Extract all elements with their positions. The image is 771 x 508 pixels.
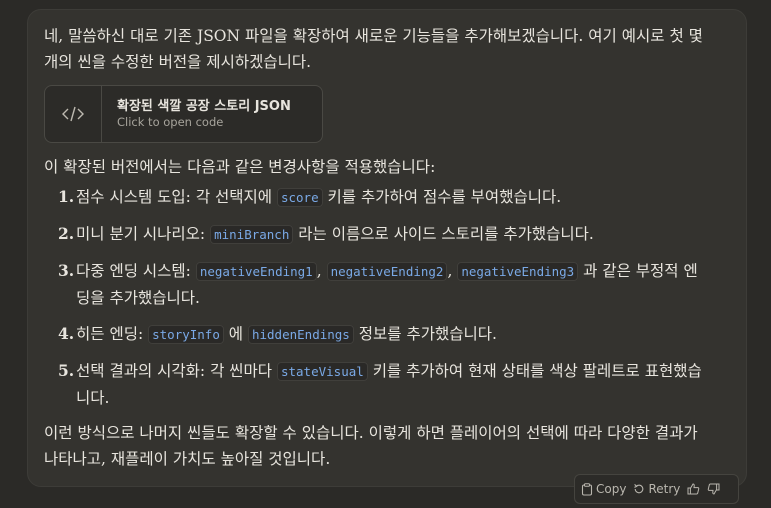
copy-label: Copy — [596, 482, 627, 496]
copy-button[interactable]: Copy — [581, 482, 626, 496]
list-item: 4. 히든 엔딩: storyInfo 에 hiddenEndings 정보를 … — [58, 324, 497, 344]
thumbs-down-button[interactable] — [707, 483, 720, 495]
list-item: 5. 선택 결과의 시각화: 각 씬마다 stateVisual 키를 추가하여… — [58, 361, 702, 407]
assistant-message: 네, 말씀하신 대로 기존 JSON 파일을 확장하여 새로운 기능들을 추가해… — [27, 9, 747, 487]
retry-button[interactable]: Retry — [633, 482, 680, 496]
code-negative-ending-2: negativeEnding2 — [326, 262, 448, 281]
outro-paragraph: 이런 방식으로 나머지 씬들도 확장할 수 있습니다. 이렇게 하면 플레이어의… — [44, 424, 698, 468]
changes-list: 1. 점수 시스템 도입: 각 선택지에 score 키를 추가하여 점수를 부… — [44, 184, 704, 421]
artifact-title: 확장된 색깔 공장 스토리 JSON — [117, 99, 291, 114]
code-score: score — [276, 188, 323, 207]
message-actions: Copy Retry — [574, 474, 739, 504]
thumbs-up-icon — [687, 483, 700, 495]
list-item: 2. 미니 분기 시나리오: miniBranch 라는 이름으로 사이드 스토… — [58, 224, 594, 244]
list-item: 1. 점수 시스템 도입: 각 선택지에 score 키를 추가하여 점수를 부… — [58, 187, 562, 207]
retry-label: Retry — [648, 482, 681, 496]
intro-paragraph: 네, 말씀하신 대로 기존 JSON 파일을 확장하여 새로운 기능들을 추가해… — [44, 27, 703, 71]
lead-paragraph: 이 확장된 버전에서는 다음과 같은 변경사항을 적용했습니다: — [44, 158, 436, 176]
code-minibranch: miniBranch — [210, 225, 294, 244]
retry-icon — [633, 483, 645, 495]
artifact-subtitle: Click to open code — [117, 115, 224, 129]
code-negative-ending-1: negativeEnding1 — [195, 262, 317, 281]
code-hiddenendings: hiddenEndings — [247, 325, 354, 344]
list-item: 3. 다중 엔딩 시스템: negativeEnding1, negativeE… — [58, 261, 698, 307]
artifact-card[interactable]: 확장된 색깔 공장 스토리 JSON Click to open code — [44, 85, 323, 143]
code-icon — [45, 86, 102, 142]
clipboard-icon — [581, 482, 593, 496]
code-negative-ending-3: negativeEnding3 — [457, 262, 579, 281]
thumbs-down-icon — [707, 483, 720, 495]
code-storyinfo: storyInfo — [148, 325, 224, 344]
code-statevisual: stateVisual — [276, 362, 368, 381]
thumbs-up-button[interactable] — [687, 483, 700, 495]
